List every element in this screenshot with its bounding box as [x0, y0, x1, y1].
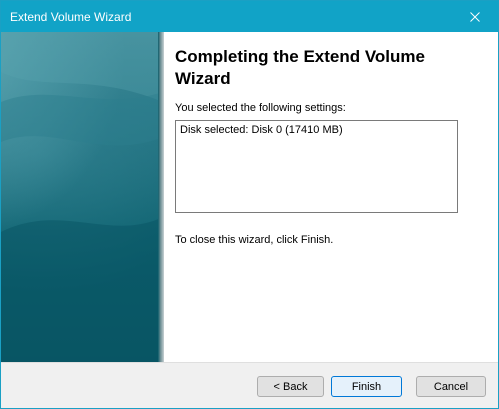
settings-label: You selected the following settings: [175, 102, 346, 114]
close-hint-text: To close this wizard, click Finish. [175, 234, 334, 246]
close-icon [470, 11, 480, 22]
settings-line: Disk selected: Disk 0 (17410 MB) [180, 124, 343, 136]
window-title: Extend Volume Wizard [10, 10, 132, 24]
wizard-window: Extend Volume Wizard Completing the Exte… [0, 0, 499, 409]
close-button[interactable] [452, 1, 498, 32]
finish-button[interactable]: Finish [331, 376, 402, 397]
banner-wave-decoration [1, 32, 163, 362]
title-bar[interactable]: Extend Volume Wizard [1, 1, 498, 32]
banner-edge [158, 32, 164, 362]
page-title: Completing the Extend Volume Wizard [175, 47, 425, 88]
wizard-content: Completing the Extend Volume Wizard You … [1, 32, 498, 362]
wizard-footer: < Back Finish Cancel [1, 363, 498, 408]
settings-summary-box[interactable]: Disk selected: Disk 0 (17410 MB) [175, 120, 458, 213]
wizard-side-banner [1, 32, 163, 362]
cancel-button[interactable]: Cancel [416, 376, 486, 397]
back-button[interactable]: < Back [257, 376, 324, 397]
